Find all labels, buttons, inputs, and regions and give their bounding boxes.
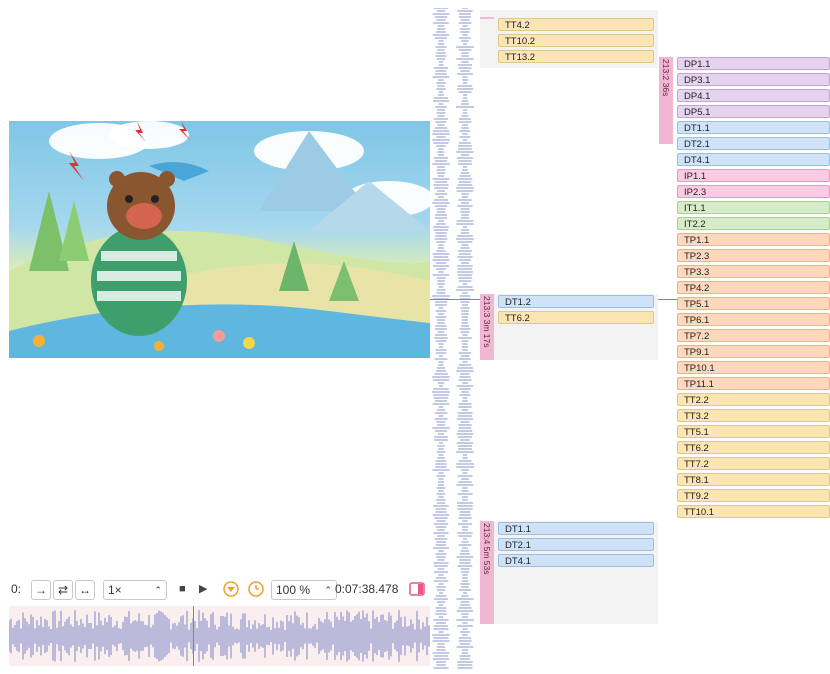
track-item[interactable]: TT5.1 [677,425,830,438]
track-item[interactable]: TT9.2 [677,489,830,502]
cartoon-bear-scene [9,121,430,358]
stop-button[interactable]: ■ [179,580,186,598]
playback-rate-select[interactable]: 1× ⌃ [103,580,167,600]
track-item[interactable]: TT3.2 [677,409,830,422]
track-item[interactable]: TT2.2 [677,393,830,406]
segment-marker [480,17,494,19]
video-frame[interactable] [9,121,430,358]
track-item[interactable]: IT2.2 [677,217,830,230]
step-forward-button[interactable]: → [31,580,51,600]
track-item[interactable]: DT1.2 [498,295,654,308]
waveform-playhead[interactable] [193,606,194,666]
track-item[interactable]: TP7.2 [677,329,830,342]
track-item[interactable]: TP10.1 [677,361,830,374]
audio-waveform[interactable] [8,606,430,666]
track-item[interactable]: TT10.1 [677,505,830,518]
zoom-value: 100 % [276,583,311,597]
track-item[interactable]: DP4.1 [677,89,830,102]
chevron-updown-icon: ⌃ [324,585,332,595]
clock-marker-icon[interactable] [247,580,265,598]
track-item[interactable]: DP5.1 [677,105,830,118]
track-item[interactable]: IP1.1 [677,169,830,182]
track-item[interactable]: TT10.2 [498,34,654,47]
track-item[interactable]: DT2.1 [677,137,830,150]
track-item[interactable]: TT4.2 [498,18,654,31]
track-item[interactable]: DT4.1 [498,554,654,567]
sidebar-toggle-icon[interactable] [409,580,425,598]
track-item[interactable]: IP2.3 [677,185,830,198]
segment-label[interactable]: 213:2 36s [659,57,673,144]
track-item[interactable]: TP3.3 [677,265,830,278]
track-item[interactable]: TP6.1 [677,313,830,326]
track-item[interactable]: TT13.2 [498,50,654,63]
loop-icon[interactable]: ⇄ [53,580,73,600]
expand-icon[interactable]: ↔ [75,580,95,600]
track-item[interactable]: TP2.3 [677,249,830,262]
track-item[interactable]: TT7.2 [677,457,830,470]
playback-controls: 0: → ⇄ ↔ 1× ⌃ ■ ▶ 100 % ⌃ 0:07:38.478 [9,578,430,602]
track-item[interactable]: DP3.1 [677,73,830,86]
zoom-select[interactable]: 100 % ⌃ [271,580,337,600]
play-button[interactable]: ▶ [199,580,207,598]
track-item[interactable]: TT8.1 [677,473,830,486]
marker-icon[interactable] [223,580,239,598]
track-item[interactable]: DT1.1 [498,522,654,535]
playback-rate-value: 1× [108,583,122,597]
track-item[interactable]: DT1.1 [677,121,830,134]
track-item[interactable]: DT4.1 [677,153,830,166]
segment-background [480,521,658,624]
track-item[interactable]: TP5.1 [677,297,830,310]
track-item[interactable]: TP9.1 [677,345,830,358]
track-item[interactable]: DT2.1 [498,538,654,551]
track-item[interactable]: TP11.1 [677,377,830,390]
vertical-waveform[interactable] [430,7,478,669]
channel-label: 0: [11,582,22,596]
track-item[interactable]: DP1.1 [677,57,830,70]
track-item[interactable]: TP1.1 [677,233,830,246]
timecode: 0:07:38.478 [335,582,399,596]
track-item[interactable]: TT6.2 [498,311,654,324]
chevron-updown-icon: ⌃ [154,585,162,595]
track-item[interactable]: TT6.2 [677,441,830,454]
track-item[interactable]: TP4.2 [677,281,830,294]
segment-label[interactable]: 213:4 5m 53s [480,521,494,624]
segment-label[interactable]: 213:3 3m 17s [480,294,494,360]
track-item[interactable]: IT1.1 [677,201,830,214]
